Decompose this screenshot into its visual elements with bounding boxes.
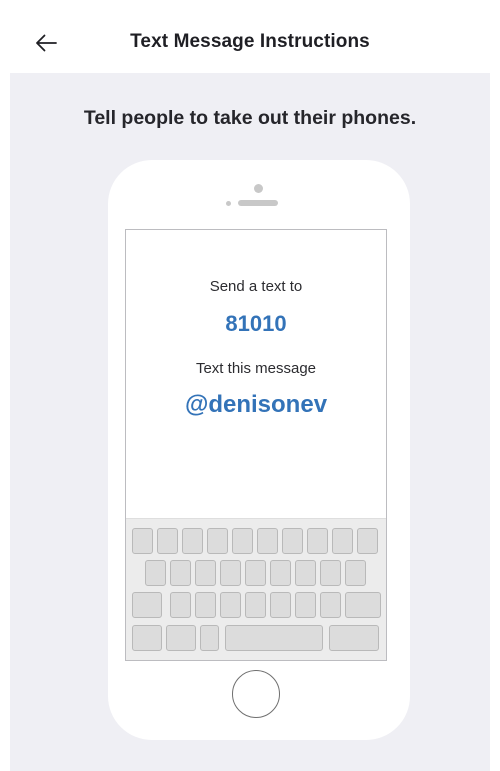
keyboard-key [225,625,323,651]
keyboard-key [145,560,166,586]
keyboard-key [157,528,178,554]
keyboard-key [295,560,316,586]
phone-home-button [232,670,280,718]
keyboard-key [282,528,303,554]
keyboard-key [220,592,241,618]
phone-sensor [226,201,231,206]
text-message-label: Text this message [195,360,317,377]
keyboard-key [295,592,316,618]
send-text-label: Send a text to [209,278,303,295]
keyboard-key [257,528,278,554]
keyboard-key [320,592,341,618]
keyboard-key [170,592,191,618]
keyboard-key [329,625,379,651]
keyboard-key [195,560,216,586]
keyboard-key [207,528,228,554]
short-code-number: 81010 [225,311,287,336]
keyboard-key [170,560,191,586]
keyboard-key [132,625,162,651]
event-keyword: @denisonev [184,391,328,418]
keyboard-key [332,528,353,554]
keyboard-key [166,625,196,651]
keyboard-key [232,528,253,554]
keyboard-key [132,528,153,554]
keyboard-key [345,560,366,586]
phone-keyboard [126,518,386,660]
keyboard-key [132,592,162,618]
phone-illustration: Send a text to 81010 Text this message @… [108,160,410,740]
page-title: Text Message Instructions [130,31,370,52]
phone-camera [254,184,263,193]
keyboard-key [195,592,216,618]
keyboard-key [200,625,219,651]
instruction-tagline: Tell people to take out their phones. [83,107,417,129]
phone-screen: Send a text to 81010 Text this message @… [125,229,387,661]
keyboard-key [357,528,378,554]
keyboard-key [245,592,266,618]
keyboard-key [345,592,381,618]
phone-speaker [238,200,278,206]
keyboard-key [320,560,341,586]
keyboard-key [270,592,291,618]
keyboard-key [182,528,203,554]
instructions-panel: Tell people to take out their phones. Se… [10,73,490,771]
keyboard-key [307,528,328,554]
keyboard-key [270,560,291,586]
keyboard-key [245,560,266,586]
top-bar: Text Message Instructions [0,0,500,78]
keyboard-key [220,560,241,586]
